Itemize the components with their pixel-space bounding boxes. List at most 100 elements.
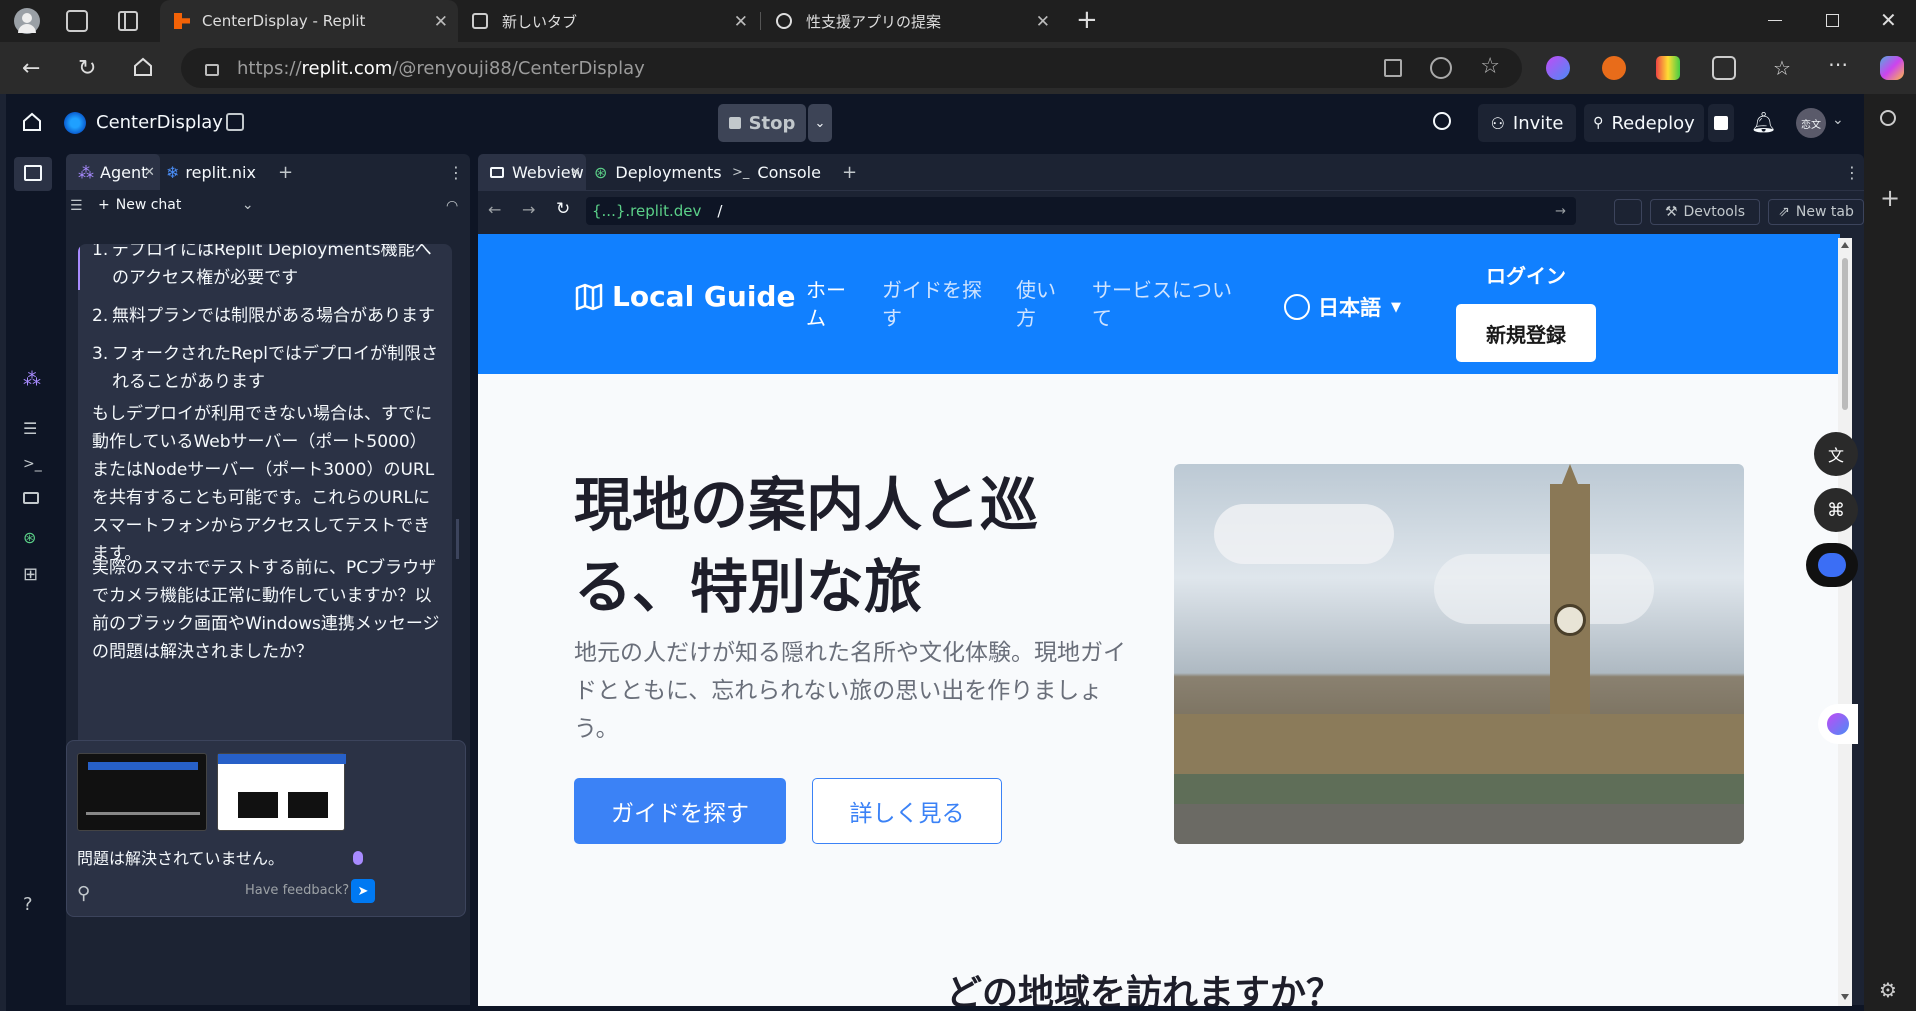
translate-float-icon[interactable]: 文: [1814, 432, 1858, 476]
pane-menu-icon[interactable]: ⋮: [448, 154, 464, 190]
reload-icon[interactable]: ↻: [78, 56, 96, 81]
language-selector[interactable]: 日本語 ▼: [1284, 292, 1401, 322]
more-in-url-icon[interactable]: [1430, 57, 1452, 79]
add-sidebar-icon[interactable]: +: [1880, 184, 1900, 212]
search-icon[interactable]: [1433, 112, 1451, 130]
scroll-up-icon[interactable]: [1841, 242, 1849, 248]
close-tab-icon[interactable]: ✕: [434, 12, 448, 32]
sidebar-toggle-icon[interactable]: [14, 157, 52, 191]
colorful-extension-icon[interactable]: [1656, 56, 1680, 80]
webview-forward-icon[interactable]: →: [522, 200, 535, 219]
webview-reload-icon[interactable]: ↻: [556, 199, 570, 219]
deploy-panel-button[interactable]: [1708, 104, 1734, 142]
browser-tab-newtab[interactable]: 新しいタブ ✕: [458, 0, 758, 42]
project-info-icon[interactable]: [226, 113, 244, 131]
tab-console[interactable]: >_ Console: [732, 154, 832, 190]
voice-icon[interactable]: [353, 851, 363, 865]
url-input[interactable]: https://replit.com/@renyouji88/CenterDis…: [181, 48, 1522, 88]
back-icon[interactable]: ←: [22, 56, 40, 81]
attachment-thumbnail[interactable]: [217, 753, 346, 831]
history-list-icon[interactable]: ☰: [70, 198, 83, 214]
tab-deployments[interactable]: ⊛ Deployments: [594, 154, 724, 190]
tab-replit-nix[interactable]: ❄ replit.nix: [166, 154, 256, 190]
close-tab-icon[interactable]: ✕: [144, 165, 155, 180]
shell-icon[interactable]: >_: [23, 456, 45, 478]
learn-more-button[interactable]: 詳しく見る: [812, 778, 1002, 844]
attachment-thumbnail[interactable]: [77, 753, 207, 831]
nav-about[interactable]: サービスについて: [1092, 276, 1242, 332]
speed-gauge-icon[interactable]: ◠: [446, 198, 458, 214]
run-options-button[interactable]: ⌄: [808, 104, 832, 142]
search-icon[interactable]: [1880, 110, 1896, 126]
favorite-star-icon[interactable]: ☆: [1480, 54, 1500, 79]
command-float-icon[interactable]: ⌘: [1814, 488, 1858, 532]
send-button[interactable]: ➤: [351, 879, 375, 903]
notification-bell-icon[interactable]: 🔔︎: [1751, 110, 1776, 134]
more-menu-icon[interactable]: ⋯: [1828, 52, 1848, 76]
app-available-icon[interactable]: [1384, 59, 1402, 77]
redeploy-button[interactable]: ⚲ Redeploy: [1584, 104, 1704, 142]
new-tab-plus-icon[interactable]: +: [1076, 5, 1098, 35]
vertical-tabs-icon[interactable]: [118, 11, 138, 31]
assistant-float-icon[interactable]: [1806, 543, 1858, 587]
close-window-icon[interactable]: ✕: [1880, 8, 1897, 32]
nav-how-to[interactable]: 使い方: [1016, 276, 1064, 332]
browser-tab-chatgpt[interactable]: 性支援アプリの提案 ✕: [762, 0, 1060, 42]
signup-button[interactable]: 新規登録: [1456, 304, 1596, 362]
close-tab-icon[interactable]: ✕: [1036, 12, 1050, 32]
all-tools-icon[interactable]: ⊞: [23, 564, 45, 586]
tab-webview[interactable]: Webview ✕: [478, 154, 586, 190]
chevron-down-icon[interactable]: ⌄: [1832, 112, 1844, 128]
invite-button[interactable]: ⚇ Invite: [1478, 104, 1576, 142]
help-icon[interactable]: ?: [23, 894, 45, 916]
favorites-icon[interactable]: ☆: [1773, 56, 1791, 80]
close-tab-icon[interactable]: ✕: [570, 165, 581, 180]
copilot-sidebar-icon[interactable]: [1880, 56, 1904, 80]
scroll-down-icon[interactable]: [1841, 994, 1849, 1000]
copilot-extension-icon[interactable]: [1546, 56, 1570, 80]
maximize-icon[interactable]: [1826, 14, 1839, 27]
workspaces-icon[interactable]: [66, 10, 88, 32]
settings-gear-icon[interactable]: ⚙: [1879, 978, 1897, 1002]
webview-scrollbar[interactable]: [1838, 238, 1852, 1006]
close-tab-icon[interactable]: ✕: [734, 12, 748, 32]
chat-input-box[interactable]: 問題は解決されていません。 ⚲ Have feedback? ➤: [66, 740, 466, 917]
webview-url-input[interactable]: {...}.replit.dev / →: [586, 197, 1576, 225]
stop-button[interactable]: Stop: [718, 104, 806, 142]
webview-back-icon[interactable]: ←: [488, 200, 501, 219]
feedback-link[interactable]: Have feedback?: [245, 883, 349, 898]
chat-input-text[interactable]: 問題は解決されていません。: [77, 845, 284, 869]
pane-resize-handle[interactable]: [456, 519, 459, 559]
home-icon[interactable]: [22, 112, 42, 132]
go-arrow-icon[interactable]: →: [1555, 204, 1566, 219]
list-icon[interactable]: ☰: [23, 419, 45, 441]
home-icon[interactable]: [132, 56, 154, 78]
brain-extension-icon[interactable]: [1818, 704, 1858, 744]
new-chat-button[interactable]: + New chat ⌄: [98, 197, 254, 213]
minimize-icon[interactable]: [1768, 20, 1782, 21]
add-tab-icon[interactable]: +: [278, 154, 293, 190]
devtools-button[interactable]: ⚒ Devtools: [1650, 199, 1760, 225]
nav-home[interactable]: ホーム: [806, 276, 854, 332]
agent-icon[interactable]: ⁂: [23, 369, 45, 391]
add-tab-icon[interactable]: +: [842, 154, 857, 190]
extensions-puzzle-icon[interactable]: [1712, 56, 1736, 80]
pane-menu-icon[interactable]: ⋮: [1844, 154, 1860, 190]
attach-paperclip-icon[interactable]: ⚲: [77, 883, 90, 904]
site-logo[interactable]: Local Guide: [612, 280, 795, 313]
login-link[interactable]: ログイン: [1486, 260, 1566, 289]
fox-extension-icon[interactable]: [1602, 56, 1626, 80]
monitor-icon[interactable]: [23, 492, 45, 514]
avatar[interactable]: 恋文: [1796, 108, 1826, 138]
scroll-thumb[interactable]: [1842, 258, 1848, 410]
newtab-button[interactable]: ⇗ New tab: [1768, 199, 1864, 225]
nav-find-guide[interactable]: ガイドを探す: [882, 276, 990, 332]
profile-avatar-icon[interactable]: [14, 8, 40, 34]
deployments-icon[interactable]: ⊛: [23, 528, 45, 550]
device-preview-icon[interactable]: [1614, 199, 1642, 225]
browser-tab-replit[interactable]: CenterDisplay - Replit ✕: [160, 0, 458, 42]
list-item: 3. フォークされたReplではデプロイが制限されることがあります: [92, 344, 439, 392]
find-guide-button[interactable]: ガイドを探す: [574, 778, 786, 844]
project-name[interactable]: CenterDisplay: [96, 112, 223, 133]
tab-agent[interactable]: ⁂ Agent ✕: [66, 154, 160, 190]
